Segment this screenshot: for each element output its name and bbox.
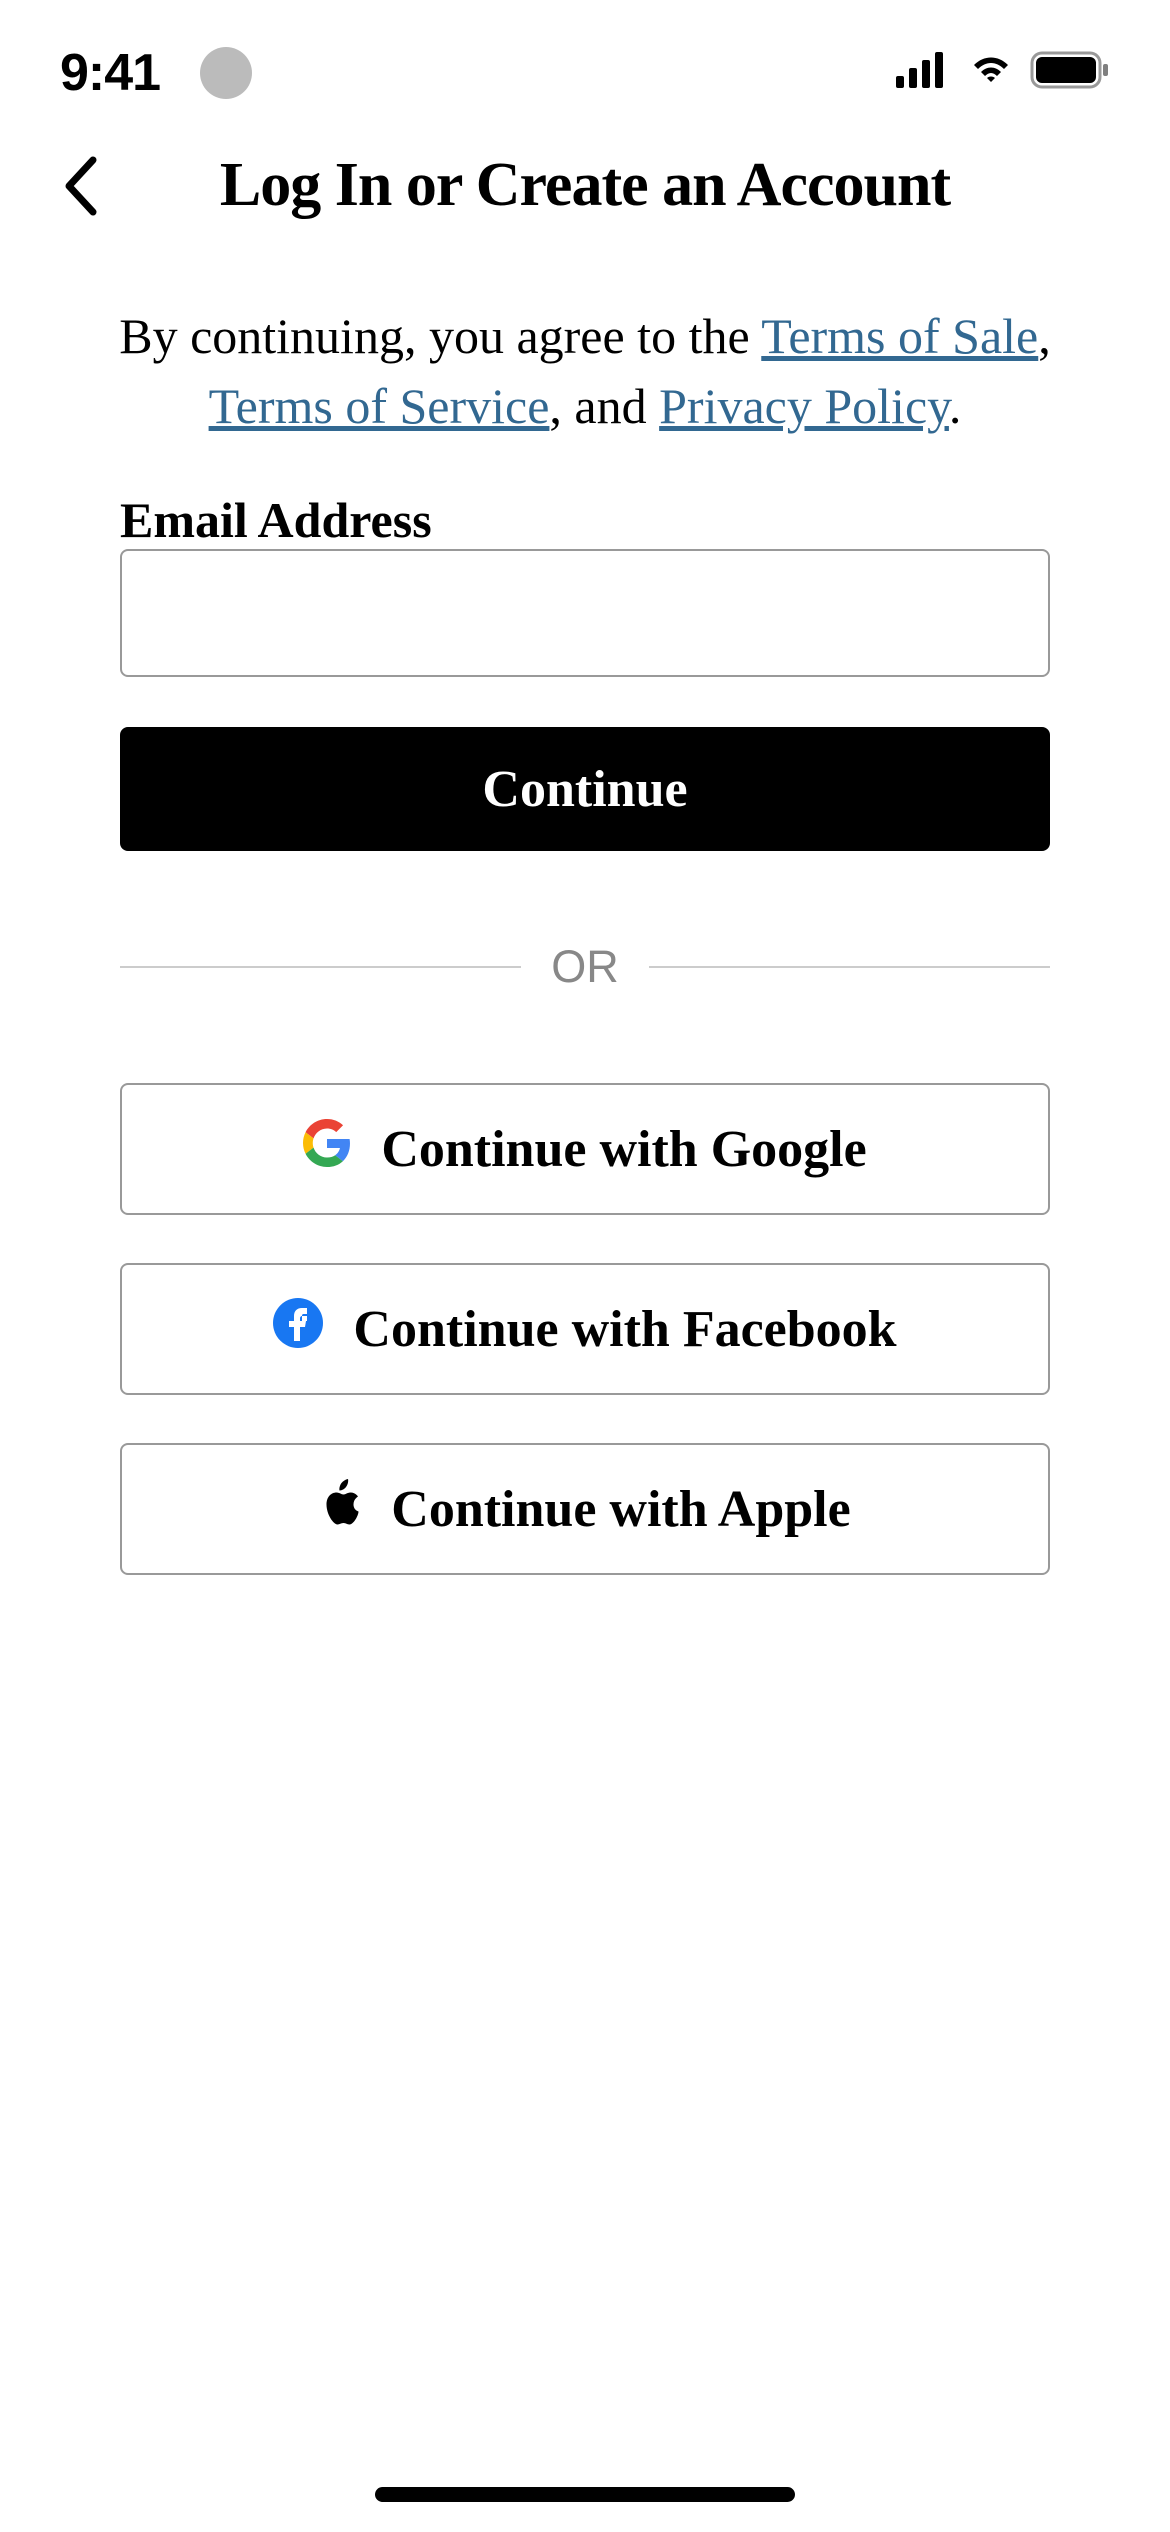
status-bar: 9:41 (0, 0, 1170, 130)
facebook-signin-button[interactable]: Continue with Facebook (120, 1263, 1050, 1395)
apple-signin-button[interactable]: Continue with Apple (120, 1443, 1050, 1575)
cellular-signal-icon (896, 52, 952, 93)
divider: OR (120, 941, 1050, 993)
back-button[interactable] (50, 156, 110, 216)
email-label: Email Address (120, 492, 432, 548)
continue-button[interactable]: Continue (120, 727, 1050, 851)
battery-icon (1030, 51, 1110, 94)
apple-icon (319, 1478, 361, 1541)
facebook-button-label: Continue with Facebook (353, 1300, 896, 1359)
chevron-left-icon (61, 154, 99, 218)
terms-of-service-link[interactable]: Terms of Service (209, 378, 550, 434)
consent-suffix: . (949, 378, 962, 434)
privacy-policy-link[interactable]: Privacy Policy (659, 378, 949, 434)
consent-sep2: , and (549, 378, 659, 434)
terms-of-sale-link[interactable]: Terms of Sale (761, 308, 1038, 364)
consent-text: By continuing, you agree to the Terms of… (0, 261, 1170, 491)
apple-button-label: Continue with Apple (391, 1480, 850, 1539)
consent-prefix: By continuing, you agree to the (119, 308, 761, 364)
google-button-label: Continue with Google (381, 1120, 866, 1179)
recording-indicator-icon (200, 47, 252, 99)
login-form: Email Address Continue OR Continue with … (0, 491, 1170, 1575)
email-field[interactable] (120, 549, 1050, 677)
status-time: 9:41 (60, 43, 160, 103)
consent-sep1: , (1038, 308, 1051, 364)
google-signin-button[interactable]: Continue with Google (120, 1083, 1050, 1215)
divider-line-right (649, 966, 1050, 968)
page-title: Log In or Create an Account (40, 150, 1130, 221)
google-icon (303, 1119, 351, 1180)
wifi-icon (966, 52, 1016, 93)
divider-line-left (120, 966, 521, 968)
page-header: Log In or Create an Account (0, 130, 1170, 261)
facebook-icon (273, 1298, 323, 1361)
home-indicator[interactable] (375, 2487, 795, 2502)
divider-text: OR (551, 941, 619, 993)
